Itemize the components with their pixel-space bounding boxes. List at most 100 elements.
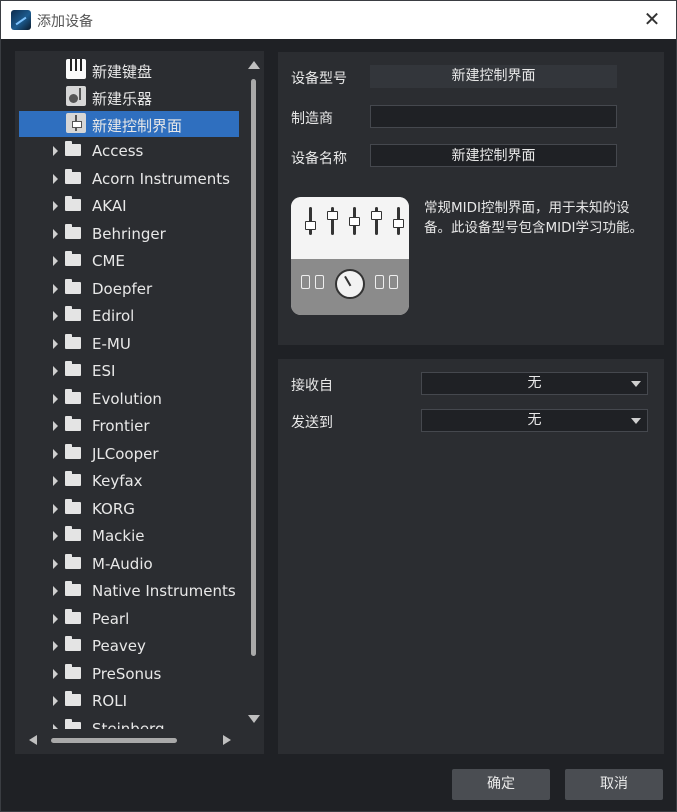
folder-icon — [65, 581, 81, 596]
tree-item-new-keyboard[interactable]: 新建键盘 — [15, 57, 246, 84]
expand-arrow-icon[interactable] — [53, 613, 58, 624]
tree-folder[interactable]: Doepfer — [15, 276, 246, 303]
folder-icon — [65, 636, 81, 651]
expand-arrow-icon[interactable] — [53, 393, 58, 404]
expand-arrow-icon[interactable] — [53, 586, 58, 596]
tree-item-new-control-surface[interactable]: 新建控制界面 — [15, 111, 246, 138]
folder-icon — [65, 443, 81, 459]
folder-icon — [65, 691, 81, 706]
tree-folder[interactable]: E-MU — [15, 331, 246, 358]
tree-item-label: 新建键盘 — [92, 63, 153, 81]
tree-folder[interactable]: Frontier — [15, 413, 246, 440]
scroll-left-icon[interactable] — [29, 735, 37, 745]
tree-folder[interactable]: PreSonus — [15, 661, 246, 688]
expand-arrow-icon[interactable] — [53, 696, 58, 706]
tree-folder[interactable]: Access — [15, 138, 246, 165]
add-device-dialog: 添加设备 ✕ 新建键盘 新建乐器 新建控制界面 Access Acorn Ins… — [0, 0, 677, 812]
tree-folder-label: Access — [92, 142, 144, 160]
expand-arrow-icon[interactable] — [53, 173, 58, 184]
tree-item-new-instrument[interactable]: 新建乐器 — [15, 84, 246, 111]
tree-item-label: 新建乐器 — [92, 90, 153, 108]
tree-folder[interactable]: Evolution — [15, 386, 246, 413]
tree-folder[interactable]: CME — [15, 248, 246, 275]
tree-folder-label: Behringer — [92, 224, 166, 243]
tree-folder[interactable]: ROLI — [15, 688, 246, 715]
scroll-thumb[interactable] — [251, 79, 256, 656]
expand-arrow-icon[interactable] — [53, 641, 58, 651]
expand-arrow-icon[interactable] — [53, 558, 58, 569]
expand-arrow-icon[interactable] — [53, 201, 58, 211]
vertical-scrollbar[interactable] — [248, 57, 260, 733]
expand-arrow-icon[interactable] — [53, 723, 58, 729]
expand-arrow-icon[interactable] — [53, 256, 58, 266]
scroll-thumb[interactable] — [51, 738, 177, 743]
expand-arrow-icon[interactable] — [53, 668, 58, 679]
control-surface-image — [291, 197, 409, 315]
device-name-label: 设备名称 — [291, 151, 347, 167]
cancel-button[interactable]: 取消 — [565, 769, 663, 800]
ok-button[interactable]: 确定 — [452, 769, 550, 800]
expand-arrow-icon[interactable] — [53, 146, 58, 156]
tree-folder[interactable]: Keyfax — [15, 468, 246, 495]
send-to-select[interactable]: 无 — [421, 409, 648, 432]
tree-folder[interactable]: Native Instruments — [15, 578, 246, 605]
tree-folder[interactable]: Mackie — [15, 523, 246, 550]
tree-folder[interactable]: Peavey — [15, 633, 246, 660]
tree-item-label: 新建控制界面 — [92, 117, 183, 135]
receive-from-value: 无 — [527, 375, 542, 391]
device-name-field[interactable]: 新建控制界面 — [370, 144, 617, 167]
folder-icon — [65, 168, 81, 184]
folder-icon — [65, 416, 81, 431]
expand-arrow-icon[interactable] — [53, 421, 58, 431]
tree-folder[interactable]: Pearl — [15, 606, 246, 633]
horizontal-scrollbar[interactable] — [23, 733, 239, 747]
tree-folder-label: KORG — [92, 499, 135, 518]
tree-folder[interactable]: Behringer — [15, 221, 246, 248]
expand-arrow-icon[interactable] — [53, 503, 58, 514]
expand-arrow-icon[interactable] — [53, 476, 58, 486]
tree-folder-label: Frontier — [92, 417, 150, 435]
expand-arrow-icon[interactable] — [53, 366, 58, 376]
chevron-down-icon — [631, 381, 641, 387]
close-icon[interactable]: ✕ — [642, 9, 662, 29]
tree-folder-label: PreSonus — [92, 664, 162, 683]
folder-icon — [65, 526, 81, 541]
tree-folder[interactable]: JLCooper — [15, 441, 246, 468]
folder-icon — [65, 278, 81, 294]
tree-folder[interactable]: KORG — [15, 496, 246, 523]
scroll-up-icon[interactable] — [248, 61, 260, 69]
fader-icon — [66, 113, 86, 133]
expand-arrow-icon[interactable] — [53, 531, 58, 541]
chevron-down-icon — [631, 418, 641, 424]
expand-arrow-icon[interactable] — [53, 311, 58, 321]
tree-folder[interactable]: Acorn Instruments — [15, 166, 246, 193]
expand-arrow-icon[interactable] — [53, 283, 58, 294]
tree-folder-label: Keyfax — [92, 472, 143, 490]
folder-icon — [65, 498, 81, 514]
tree-folder[interactable]: Steinberg — [15, 716, 246, 729]
send-to-value: 无 — [527, 412, 542, 428]
scroll-right-icon[interactable] — [223, 735, 231, 745]
tree-folder[interactable]: Edirol — [15, 303, 246, 330]
manufacturer-field[interactable] — [370, 105, 617, 128]
folder-icon — [65, 251, 81, 266]
tree-folder[interactable]: M-Audio — [15, 551, 246, 578]
send-to-label: 发送到 — [291, 415, 333, 431]
manufacturer-label: 制造商 — [291, 111, 333, 127]
tree-folder-label: Native Instruments — [92, 582, 236, 600]
tree-folder-label: CME — [92, 252, 125, 270]
tree-folder-label: ROLI — [92, 692, 128, 710]
expand-arrow-icon[interactable] — [53, 228, 58, 239]
expand-arrow-icon[interactable] — [53, 338, 58, 349]
tree-folder[interactable]: ESI — [15, 358, 246, 385]
tree-folder-label: M-Audio — [92, 554, 153, 573]
receive-from-select[interactable]: 无 — [421, 372, 648, 395]
instrument-icon — [66, 86, 86, 106]
scroll-down-icon[interactable] — [248, 715, 260, 723]
folder-icon — [65, 196, 81, 211]
folder-icon — [65, 223, 81, 239]
tree-folder[interactable]: AKAI — [15, 193, 246, 220]
folder-icon — [65, 663, 81, 679]
receive-from-label: 接收自 — [291, 378, 333, 394]
expand-arrow-icon[interactable] — [53, 448, 58, 459]
